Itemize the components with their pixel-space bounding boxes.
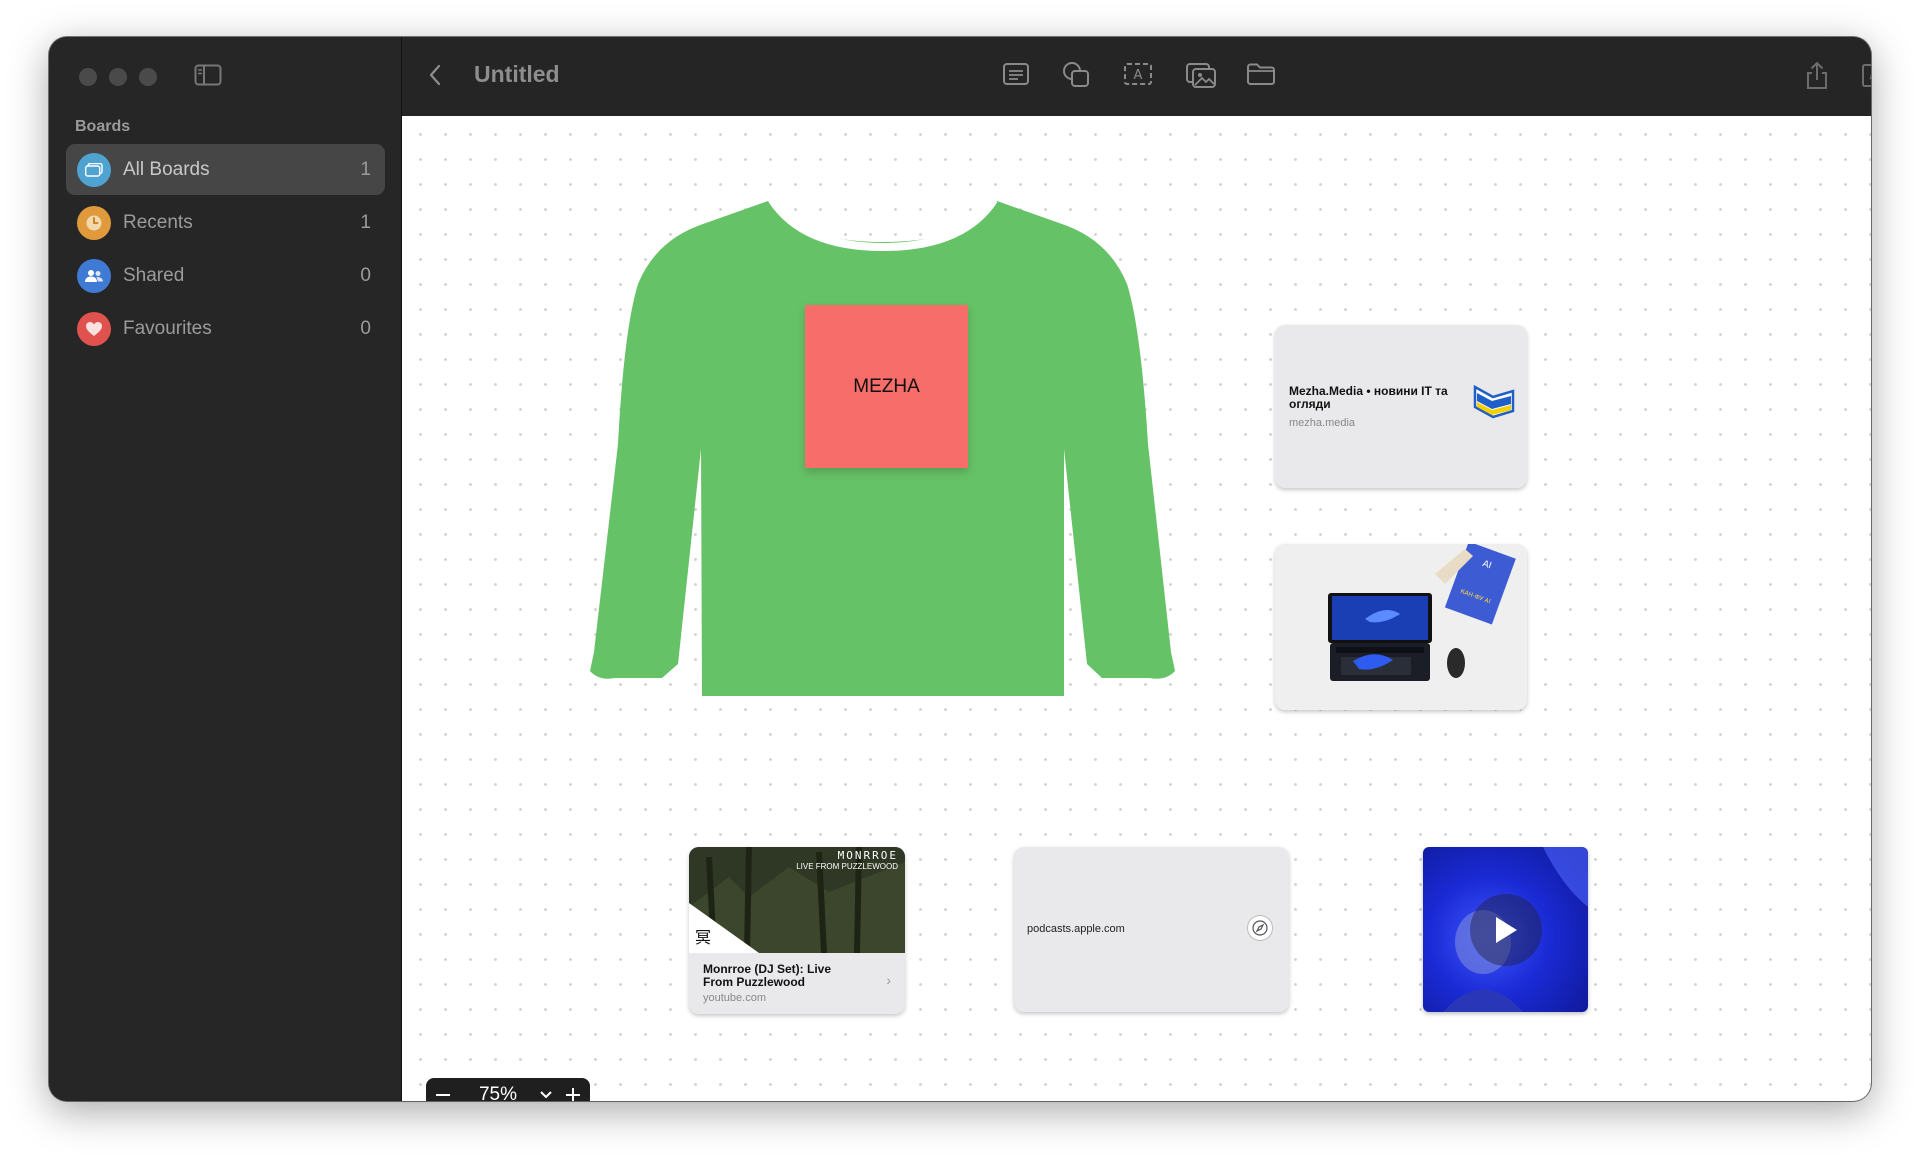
zoom-control: 75% bbox=[426, 1078, 590, 1101]
toolbar: Untitled A bbox=[402, 37, 1871, 115]
link-card-youtube[interactable]: 冥 MONRROE LIVE FROM PUZZLEWOOD Monrroe (… bbox=[689, 847, 905, 1014]
sticky-note-text: MEZHA bbox=[853, 375, 920, 397]
sidebar-toggle-icon[interactable] bbox=[194, 64, 222, 88]
sidebar-item-label: Favourites bbox=[123, 317, 212, 339]
people-icon bbox=[77, 258, 111, 293]
link-card-domain: podcasts.apple.com bbox=[1027, 923, 1125, 935]
compose-icon[interactable] bbox=[1860, 61, 1871, 91]
svg-text:冥: 冥 bbox=[695, 928, 711, 947]
folder-icon[interactable] bbox=[1246, 61, 1276, 91]
sidebar-item-all-boards[interactable]: All Boards 1 bbox=[66, 144, 385, 195]
mezha-logo-icon bbox=[1473, 384, 1515, 424]
zoom-level: 75% bbox=[478, 1084, 518, 1101]
text-box-icon[interactable]: A bbox=[1123, 61, 1153, 91]
heart-icon bbox=[77, 311, 111, 346]
shapes-icon[interactable] bbox=[1062, 61, 1092, 91]
sidebar-item-count: 0 bbox=[360, 317, 371, 339]
link-card-domain: youtube.com bbox=[703, 992, 766, 1004]
link-card-title: Monrroe (DJ Set): Live From Puzzlewood bbox=[703, 962, 832, 989]
sidebar-item-count: 1 bbox=[360, 211, 371, 233]
chevron-down-icon[interactable] bbox=[536, 1091, 556, 1099]
sidebar-item-label: Recents bbox=[123, 211, 193, 233]
minimize-window-button[interactable] bbox=[109, 68, 127, 86]
link-card-domain: mezha.media bbox=[1289, 417, 1356, 429]
svg-text:A: A bbox=[1134, 68, 1143, 83]
sidebar-item-label: Shared bbox=[123, 264, 185, 286]
sidebar-item-count: 0 bbox=[360, 264, 371, 286]
sticky-note[interactable]: MEZHA bbox=[805, 305, 968, 468]
safari-compass-icon bbox=[1248, 916, 1272, 940]
window-controls bbox=[79, 68, 157, 86]
laptop-photo: AI КАН-ФУ АІ bbox=[1275, 544, 1527, 710]
clock-icon bbox=[77, 205, 111, 240]
photo-card-laptop[interactable]: AI КАН-ФУ АІ bbox=[1275, 544, 1527, 710]
youtube-thumbnail: 冥 MONRROE LIVE FROM PUZZLEWOOD bbox=[689, 847, 905, 954]
app-window: Boards All Boards 1 Recents 1 Shared 0 F… bbox=[49, 37, 1871, 1101]
board-title[interactable]: Untitled bbox=[474, 61, 560, 88]
media-icon[interactable] bbox=[1185, 61, 1216, 91]
board-canvas[interactable]: MEZHA Mezha.Media • новини IT та огляди … bbox=[402, 116, 1871, 1101]
sidebar: Boards All Boards 1 Recents 1 Shared 0 F… bbox=[49, 37, 402, 1101]
note-icon[interactable] bbox=[1002, 61, 1032, 91]
chevron-right-icon: › bbox=[886, 972, 891, 988]
play-icon[interactable] bbox=[1469, 893, 1542, 966]
back-chevron-icon[interactable] bbox=[428, 63, 442, 92]
sidebar-nav: All Boards 1 Recents 1 Shared 0 Favourit… bbox=[66, 144, 385, 356]
link-card-mezha[interactable]: Mezha.Media • новини IT та огляди mezha.… bbox=[1275, 325, 1527, 488]
sidebar-item-favourites[interactable]: Favourites 0 bbox=[66, 303, 385, 354]
boards-icon bbox=[77, 152, 111, 187]
zoom-in-button[interactable] bbox=[556, 1078, 590, 1101]
sidebar-item-label: All Boards bbox=[123, 158, 210, 180]
zoom-out-button[interactable] bbox=[426, 1078, 460, 1101]
thumbnail-brand: MONRROE bbox=[837, 849, 898, 862]
close-window-button[interactable] bbox=[79, 68, 97, 86]
sidebar-section-label: Boards bbox=[75, 118, 131, 135]
share-icon[interactable] bbox=[1804, 61, 1834, 91]
thumbnail-subtitle: LIVE FROM PUZZLEWOOD bbox=[796, 862, 898, 871]
sidebar-item-count: 1 bbox=[360, 158, 371, 180]
sidebar-item-shared[interactable]: Shared 0 bbox=[66, 250, 385, 301]
zoom-window-button[interactable] bbox=[139, 68, 157, 86]
link-card-podcasts[interactable]: podcasts.apple.com bbox=[1014, 847, 1289, 1012]
link-card-title: Mezha.Media • новини IT та огляди bbox=[1289, 384, 1448, 411]
sidebar-item-recents[interactable]: Recents 1 bbox=[66, 197, 385, 248]
video-card[interactable] bbox=[1423, 847, 1588, 1012]
